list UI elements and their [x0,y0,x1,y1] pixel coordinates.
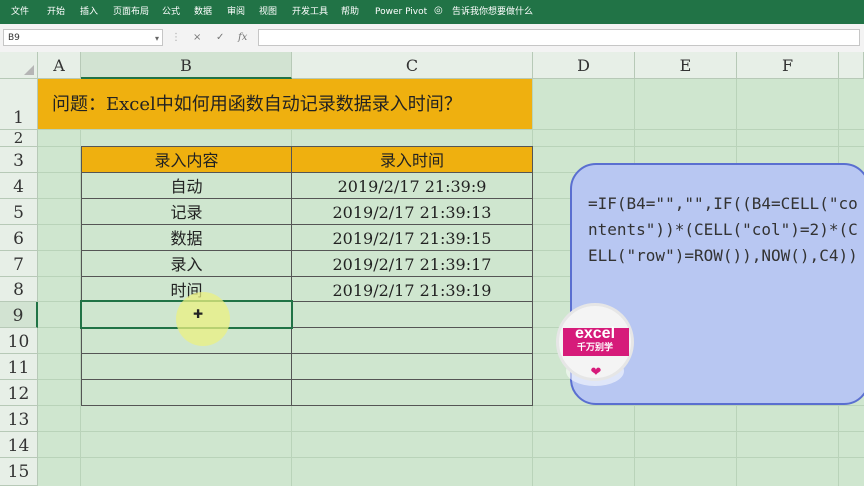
tell-me-search[interactable]: 告诉我你想要做什么 [452,0,533,24]
select-all-button[interactable] [0,52,38,79]
table-cell-time[interactable] [291,327,533,354]
more-options-icon: ⋮ [171,32,181,43]
heart-icon: ❤ [590,365,602,380]
table-cell-time[interactable]: 2019/2/17 21:39:19 [291,276,533,302]
table-cell-time[interactable] [291,301,533,328]
chevron-down-icon[interactable]: ▾ [155,30,159,47]
tab-review[interactable]: 审阅 [227,0,245,24]
tab-data[interactable]: 数据 [194,0,212,24]
cancel-icon[interactable]: × [193,29,201,46]
table-cell-time[interactable]: 2019/2/17 21:39:17 [291,250,533,277]
tab-view[interactable]: 视图 [259,0,277,24]
row-header-9[interactable]: 9 [0,302,38,328]
row-header-8[interactable]: 8 [0,277,38,302]
column-header-g[interactable] [839,52,864,79]
badge-title: excel [574,325,616,342]
gridline [38,431,864,432]
row-header-1[interactable]: 1 [0,79,38,130]
formula-bar: B9 ▾ ⋮ × ✓ fx [0,24,864,53]
row-header-4[interactable]: 4 [0,173,38,199]
tab-power-pivot[interactable]: Power Pivot [375,0,427,24]
row-header-3[interactable]: 3 [0,147,38,173]
lightbulb-icon: ◎ [434,5,443,16]
column-header-c[interactable]: C [292,52,533,79]
table-cell-content[interactable]: 录入 [81,250,292,277]
function-icon[interactable]: fx [238,29,247,46]
table-cell-time[interactable]: 2019/2/17 21:39:9 [291,172,533,199]
tab-developer[interactable]: 开发工具 [292,0,328,24]
column-header-e[interactable]: E [635,52,737,79]
row-header-15[interactable]: 15 [0,458,38,486]
table-cell-content[interactable]: 记录 [81,198,292,225]
ribbon-menu: 文件 开始 插入 页面布局 公式 数据 审阅 视图 开发工具 帮助 Power … [0,0,864,24]
column-header-b[interactable]: B [81,52,292,79]
table-header-time[interactable]: 录入时间 [291,146,533,173]
row-header-6[interactable]: 6 [0,225,38,251]
row-header-11[interactable]: 11 [0,354,38,380]
formula-input[interactable] [258,29,860,46]
tab-file[interactable]: 文件 [11,0,29,24]
tab-help[interactable]: 帮助 [341,0,359,24]
table-cell-time[interactable]: 2019/2/17 21:39:15 [291,224,533,251]
row-header-7[interactable]: 7 [0,251,38,277]
table-cell-time[interactable]: 2019/2/17 21:39:13 [291,198,533,225]
crosshair-cursor-icon: ✚ [192,307,204,321]
table-cell-content[interactable]: 数据 [81,224,292,251]
excel-badge-logo: excel 千万别学 ❤ [556,303,634,381]
table-header-content[interactable]: 录入内容 [81,146,292,173]
callout-formula-text: =IF(B4="","",IF((B4=CELL("contents"))*(C… [588,194,858,265]
tab-page-layout[interactable]: 页面布局 [113,0,149,24]
column-header-f[interactable]: F [737,52,839,79]
table-cell-content[interactable]: 自动 [81,172,292,199]
row-header-2[interactable]: 2 [0,130,38,147]
enter-icon[interactable]: ✓ [216,29,224,46]
tab-insert[interactable]: 插入 [80,0,98,24]
table-cell-content[interactable] [81,379,292,406]
question-title: 问题：Excel中如何用函数自动记录数据录入时间？ [38,79,532,129]
tab-formulas[interactable]: 公式 [162,0,180,24]
table-cell-time[interactable] [291,379,533,406]
row-header-13[interactable]: 13 [0,406,38,432]
gridline [38,129,864,130]
table-cell-time[interactable] [291,353,533,380]
row-header-14[interactable]: 14 [0,432,38,458]
row-header-12[interactable]: 12 [0,380,38,406]
table-cell-content[interactable] [81,353,292,380]
badge-subtitle: 千万别学 [576,343,613,353]
name-box-value: B9 [8,33,20,43]
row-header-5[interactable]: 5 [0,199,38,225]
column-header-d[interactable]: D [533,52,635,79]
column-header-a[interactable]: A [38,52,81,79]
tab-home[interactable]: 开始 [47,0,65,24]
name-box[interactable]: B9 ▾ [3,29,163,46]
gridline [38,457,864,458]
row-header-10[interactable]: 10 [0,328,38,354]
